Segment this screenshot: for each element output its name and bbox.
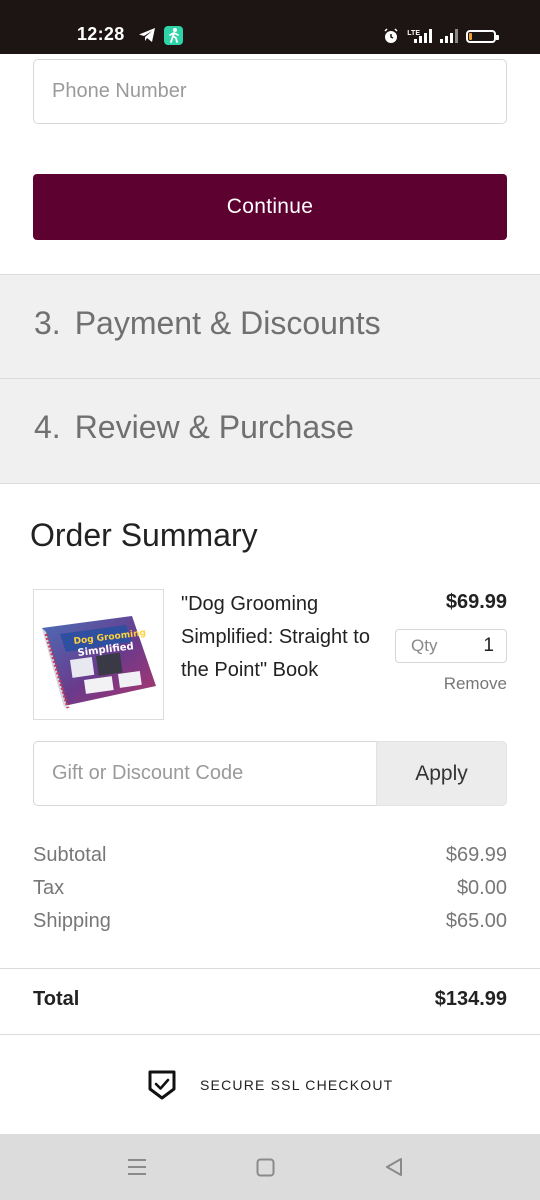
shield-check-icon [148, 1070, 176, 1100]
phone-number-input[interactable] [33, 59, 507, 124]
status-indicators: LTE [383, 26, 499, 46]
total-value: $134.99 [434, 988, 507, 1010]
step-heading: 3. Payment & Discounts [34, 305, 381, 342]
apply-button[interactable]: Apply [376, 741, 507, 806]
product-price: $69.99 [445, 591, 507, 613]
step-number: 4. [34, 409, 61, 445]
signal-icon-2 [440, 29, 458, 43]
secure-checkout-badge: SECURE SSL CHECKOUT [146, 1066, 393, 1104]
subtotal-label: Subtotal [33, 844, 107, 866]
discount-code-input[interactable] [33, 741, 376, 806]
shipping-label: Shipping [33, 910, 111, 932]
step-payment-discounts[interactable]: 3. Payment & Discounts [0, 274, 540, 378]
order-summary-title: Order Summary [30, 517, 258, 553]
quantity-field[interactable]: Qty 1 [395, 629, 507, 663]
book-cover-image: Dog Grooming Simplified [33, 589, 164, 720]
divider [0, 1034, 540, 1035]
shipping-value: $65.00 [445, 910, 507, 932]
fitness-app-icon [164, 26, 183, 45]
subtotal-value: $69.99 [445, 844, 507, 866]
step-heading: 4. Review & Purchase [34, 409, 354, 446]
recent-apps-icon[interactable] [126, 1158, 148, 1176]
qty-label: Qty [411, 636, 438, 655]
step-label: Review & Purchase [74, 409, 354, 445]
home-icon[interactable] [256, 1158, 275, 1177]
status-time: 12:28 [77, 24, 125, 44]
back-icon[interactable] [384, 1157, 404, 1177]
remove-link[interactable]: Remove [444, 674, 507, 694]
step-number: 3. [34, 305, 61, 341]
total-label: Total [33, 988, 80, 1010]
network-type: LTE [407, 30, 420, 37]
tax-value: $0.00 [456, 877, 507, 899]
status-bar: 12:28 LTE [0, 0, 540, 54]
secure-ssl-text: SECURE SSL CHECKOUT [200, 1077, 394, 1093]
system-navigation-bar [0, 1134, 540, 1200]
step-review-purchase[interactable]: 4. Review & Purchase [0, 378, 540, 484]
tax-label: Tax [33, 877, 65, 899]
alarm-icon [384, 28, 398, 43]
continue-button[interactable]: Continue [33, 174, 507, 240]
qty-value[interactable]: 1 [483, 635, 494, 657]
divider [0, 968, 540, 969]
product-name: "Dog Grooming Simplified: Straight to th… [181, 593, 370, 681]
battery-icon [466, 29, 499, 43]
step-label: Payment & Discounts [74, 305, 381, 341]
telegram-icon [139, 28, 155, 42]
